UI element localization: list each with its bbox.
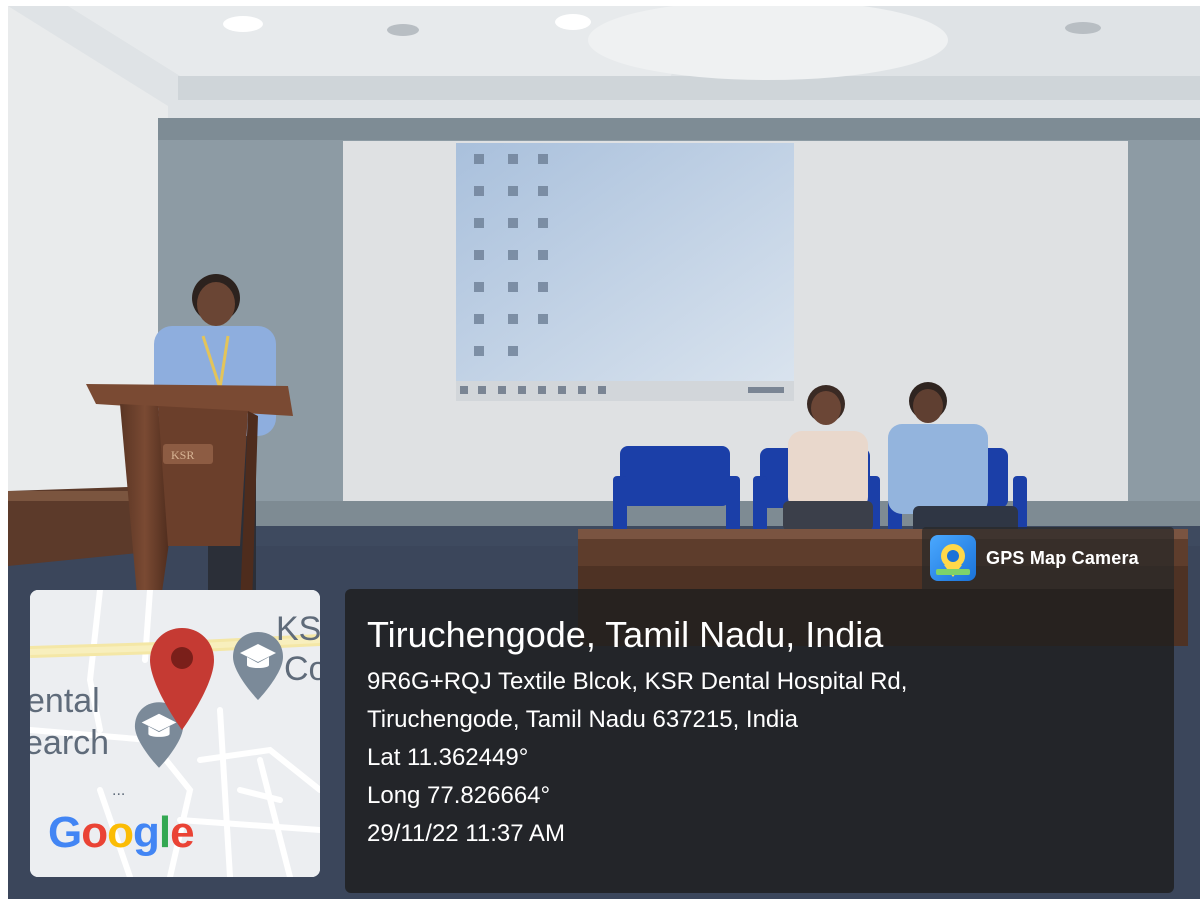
podium-logo: KSR bbox=[171, 448, 194, 462]
map-label-search: earch bbox=[30, 724, 110, 762]
latitude: Lat 11.362449° bbox=[367, 744, 529, 771]
map-pin-icon bbox=[150, 628, 214, 730]
map-label-dental: ental bbox=[30, 682, 100, 720]
gps-app-name: GPS Map Camera bbox=[986, 547, 1139, 568]
datetime: 29/11/22 11:37 AM bbox=[367, 820, 565, 847]
map-thumbnail: KS Co ental earch ... Google bbox=[30, 590, 320, 877]
camera-location-icon bbox=[930, 535, 976, 581]
location-info-panel: Tiruchengode, Tamil Nadu, India 9R6G+RQJ… bbox=[345, 589, 1174, 893]
gps-map-camera-badge: GPS Map Camera bbox=[922, 527, 1174, 589]
graduation-cap-icon bbox=[233, 632, 283, 700]
google-logo: Google bbox=[48, 808, 195, 857]
address-line-2: Tiruchengode, Tamil Nadu 637215, India bbox=[367, 706, 798, 733]
longitude: Long 77.826664° bbox=[367, 782, 551, 809]
address-line-1: 9R6G+RQJ Textile Blcok, KSR Dental Hospi… bbox=[367, 668, 908, 695]
location-title: Tiruchengode, Tamil Nadu, India bbox=[367, 614, 884, 655]
map-label-co: Co bbox=[284, 650, 320, 688]
map-ellipsis: ... bbox=[112, 782, 126, 799]
